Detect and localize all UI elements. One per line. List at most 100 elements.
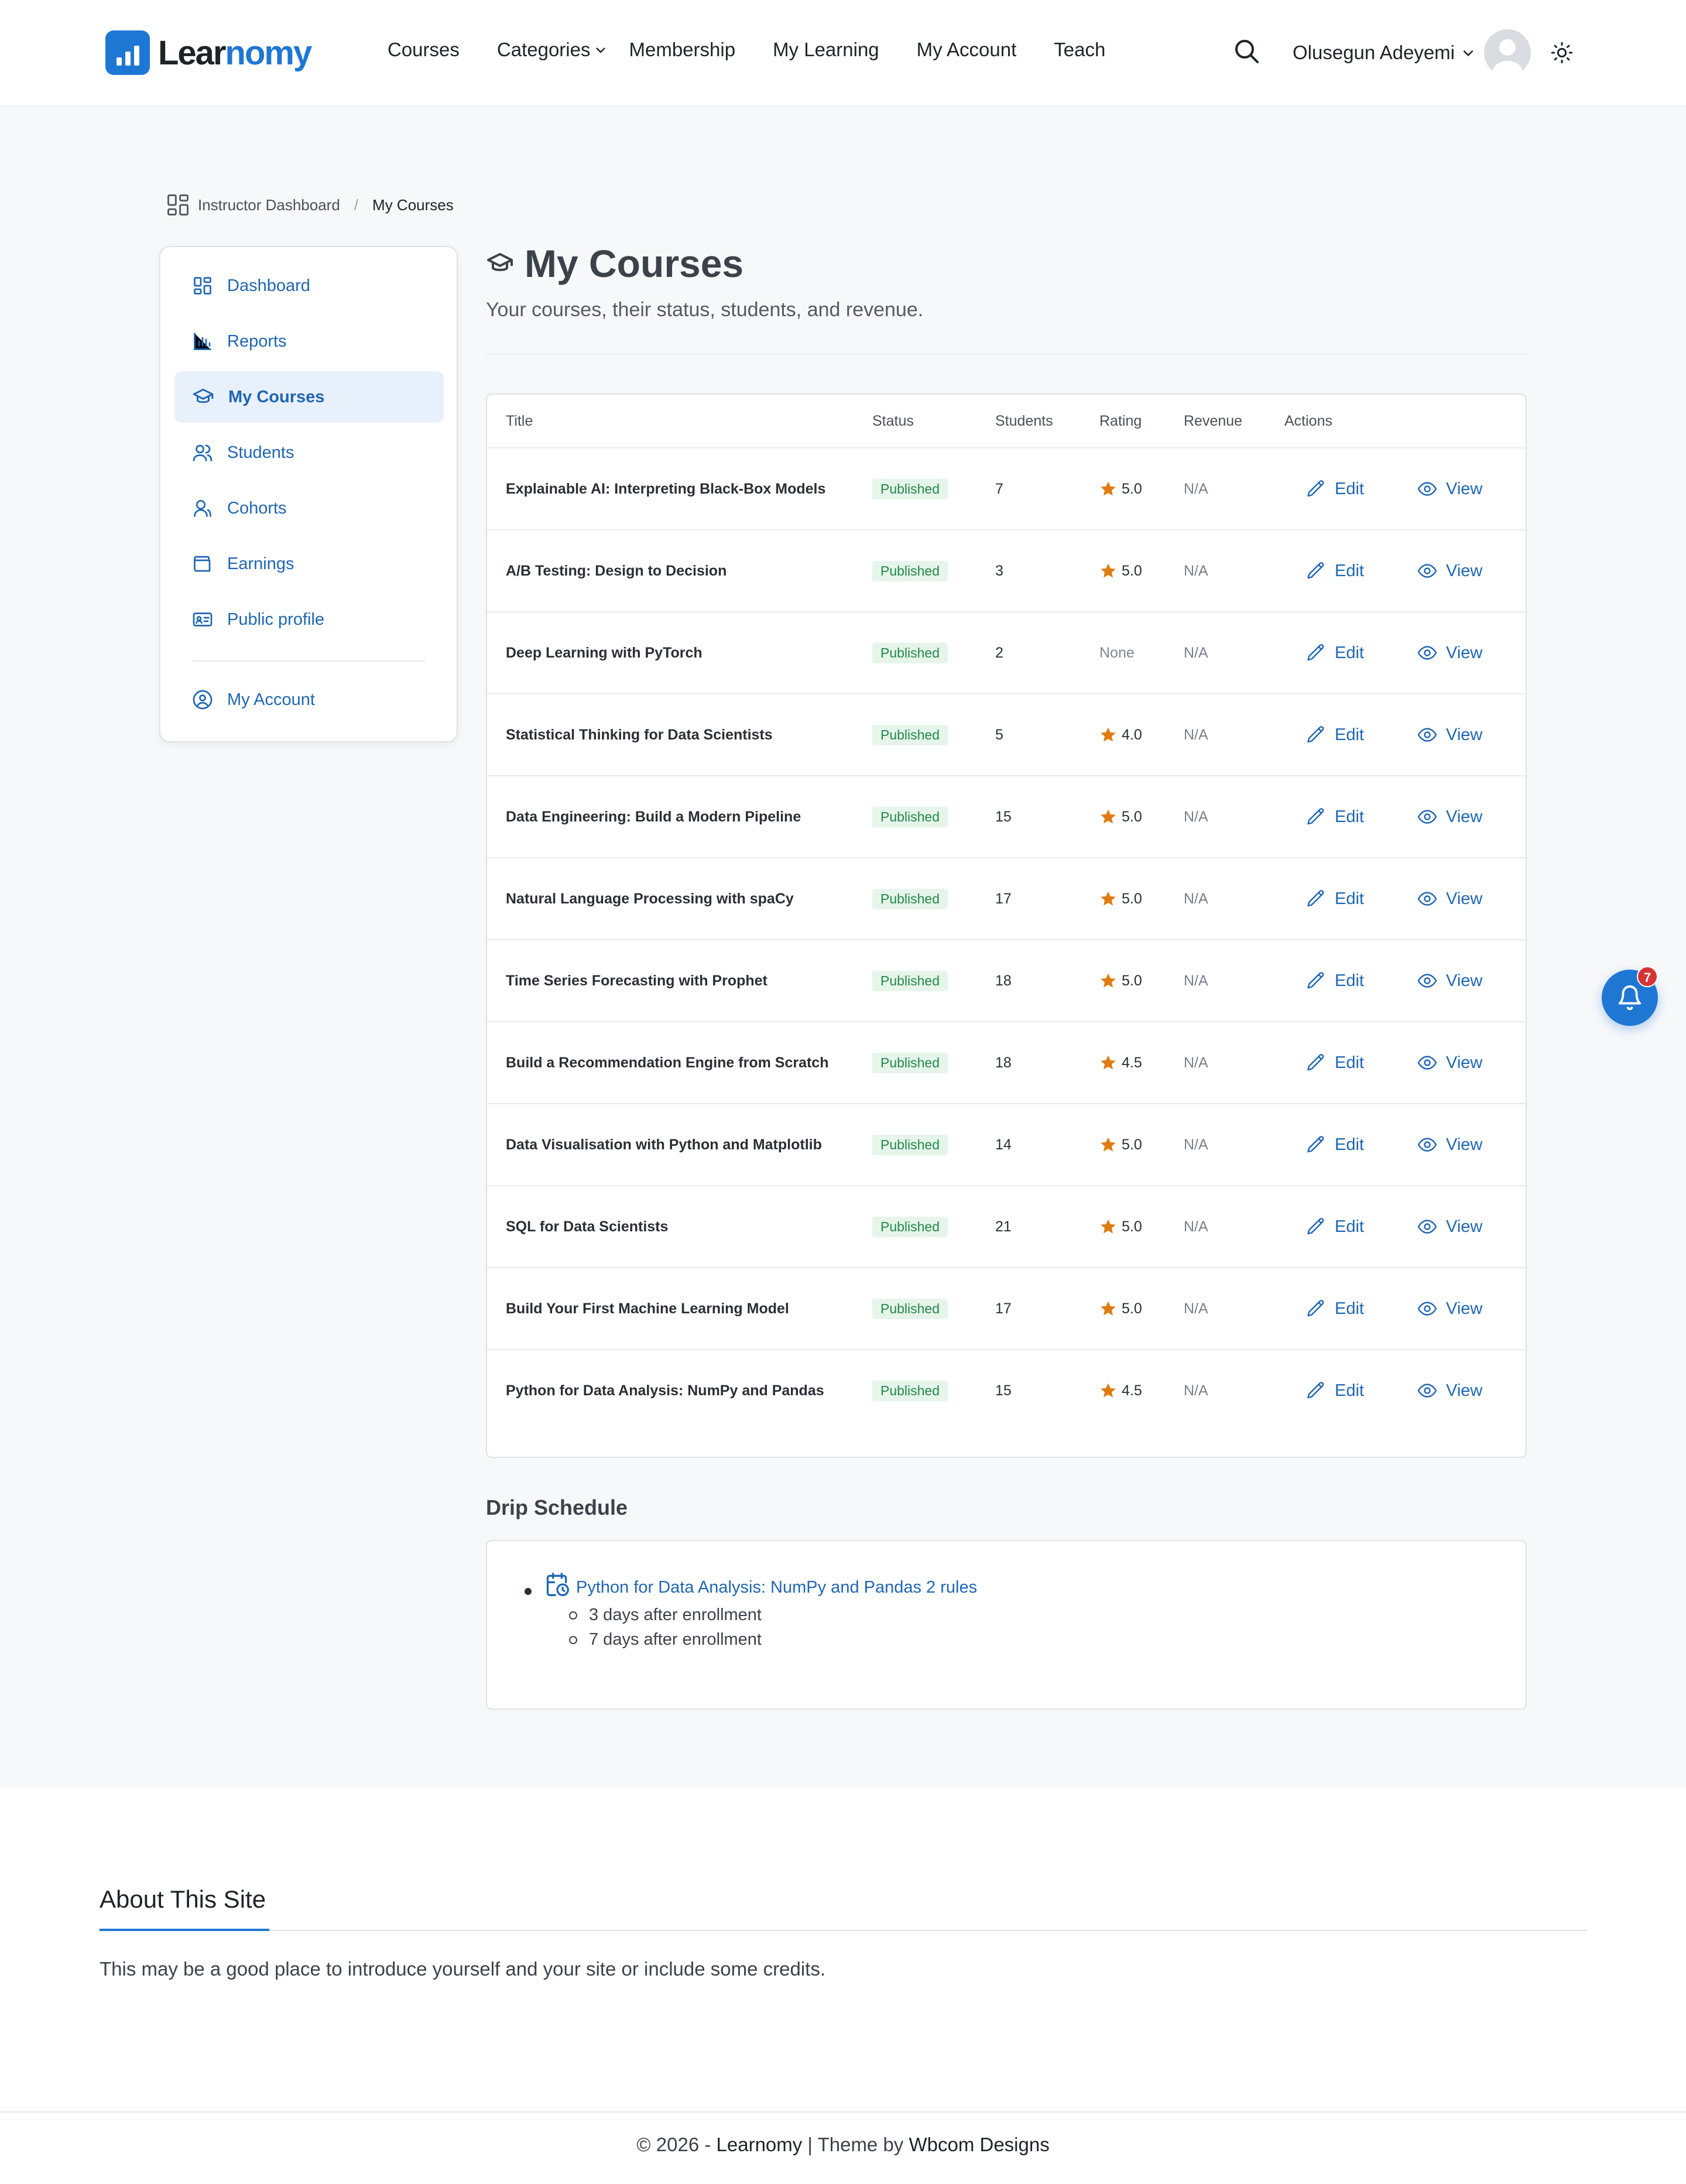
- sidebar-item-label: Dashboard: [227, 276, 310, 295]
- sidebar-item-dashboard[interactable]: Dashboard: [174, 260, 444, 311]
- status-badge: Published: [872, 724, 948, 745]
- main-nav: Courses Categories Membership My Learnin…: [388, 39, 1143, 61]
- search-button[interactable]: [1233, 37, 1261, 66]
- eye-icon: [1417, 1056, 1437, 1070]
- sidebar-item-students[interactable]: Students: [174, 427, 444, 478]
- edit-button[interactable]: Edit: [1305, 530, 1364, 611]
- status-cell: Published: [872, 1350, 948, 1431]
- sidebar-item-my-courses[interactable]: My Courses: [174, 371, 444, 423]
- students-count: 2: [995, 644, 1003, 661]
- star-icon: [1101, 563, 1116, 578]
- rating-cell: 5.0: [1099, 858, 1142, 939]
- status-badge: Published: [872, 970, 948, 991]
- status-badge: Published: [872, 478, 948, 499]
- nav-my-account[interactable]: My Account: [917, 39, 1017, 61]
- view-label: View: [1446, 889, 1483, 908]
- view-button[interactable]: View: [1417, 449, 1482, 529]
- edit-button[interactable]: Edit: [1305, 612, 1364, 693]
- dashboard-icon: [194, 277, 211, 295]
- view-button[interactable]: View: [1417, 1268, 1482, 1349]
- rating-cell: 5.0: [1099, 1104, 1142, 1185]
- edit-button[interactable]: Edit: [1305, 858, 1364, 939]
- eye-icon: [1417, 728, 1437, 742]
- list-bullet: [525, 1588, 532, 1595]
- edit-button[interactable]: Edit: [1305, 1104, 1364, 1185]
- nav-courses[interactable]: Courses: [388, 39, 460, 61]
- table-row: Time Series Forecasting with Prophet Publ…: [487, 939, 1526, 1022]
- instructor-sidebar: Dashboard Reports My Courses Students Co…: [159, 246, 458, 742]
- sidebar-item-label: My Account: [227, 690, 315, 709]
- table-row: Build Your First Machine Learning Model P…: [487, 1267, 1526, 1350]
- status-cell: Published: [872, 449, 948, 529]
- course-title: Statistical Thinking for Data Scientists: [506, 727, 773, 743]
- sidebar-item-earnings[interactable]: Earnings: [174, 538, 444, 590]
- rating-cell: 5.0: [1099, 1268, 1142, 1349]
- edit-button[interactable]: Edit: [1305, 694, 1364, 775]
- sidebar-item-cohorts[interactable]: Cohorts: [174, 482, 444, 534]
- edit-button[interactable]: Edit: [1305, 1350, 1364, 1431]
- rating-value: None: [1099, 644, 1135, 661]
- footer-designer-link[interactable]: Wbcom Designs: [909, 2134, 1049, 2155]
- graduation-cap-icon: [487, 253, 513, 271]
- revenue-value: N/A: [1184, 1054, 1208, 1071]
- nav-teach[interactable]: Teach: [1054, 39, 1105, 61]
- view-button[interactable]: View: [1417, 612, 1482, 693]
- drip-course-link[interactable]: Python for Data Analysis: NumPy and Pand…: [544, 1572, 977, 1597]
- view-button[interactable]: View: [1417, 776, 1482, 857]
- edit-button[interactable]: Edit: [1305, 1186, 1364, 1267]
- heading-accent-line: [100, 1929, 269, 1931]
- nav-categories[interactable]: Categories: [497, 39, 608, 61]
- view-button[interactable]: View: [1417, 858, 1482, 939]
- default-avatar-icon: [1492, 39, 1523, 76]
- breadcrumb-separator: /: [354, 196, 359, 214]
- view-button[interactable]: View: [1417, 940, 1482, 1021]
- status-badge: Published: [872, 1216, 948, 1237]
- edit-button[interactable]: Edit: [1305, 940, 1364, 1021]
- view-button[interactable]: View: [1417, 694, 1482, 775]
- footer-divider: [0, 2111, 1686, 2113]
- star-icon: [1101, 1055, 1116, 1070]
- users-icon: [193, 444, 213, 461]
- sidebar-item-reports[interactable]: Reports: [174, 316, 444, 367]
- sidebar-item-public-profile[interactable]: Public profile: [174, 594, 444, 645]
- pencil-icon: [1307, 1300, 1324, 1317]
- table-row: A/B Testing: Design to Decision Published…: [487, 529, 1526, 612]
- view-button[interactable]: View: [1417, 1022, 1482, 1103]
- rating-cell: 4.5: [1099, 1350, 1142, 1431]
- edit-label: Edit: [1335, 643, 1364, 662]
- revenue-value: N/A: [1184, 1218, 1208, 1235]
- edit-label: Edit: [1335, 1299, 1364, 1318]
- avatar[interactable]: [1484, 29, 1531, 76]
- pencil-icon: [1307, 1218, 1324, 1235]
- table-row: Python for Data Analysis: NumPy and Pand…: [487, 1349, 1526, 1432]
- calendar-clock-icon: [546, 1573, 569, 1596]
- star-icon: [1101, 1219, 1116, 1234]
- view-label: View: [1446, 479, 1483, 498]
- edit-button[interactable]: Edit: [1305, 449, 1364, 529]
- view-button[interactable]: View: [1417, 530, 1482, 611]
- footer-site-link[interactable]: Learnomy: [717, 2134, 803, 2155]
- view-button[interactable]: View: [1417, 1186, 1482, 1267]
- edit-button[interactable]: Edit: [1305, 1268, 1364, 1349]
- pencil-icon: [1307, 1136, 1324, 1153]
- user-menu[interactable]: Olusegun Adeyemi: [1293, 29, 1531, 76]
- nav-membership[interactable]: Membership: [629, 39, 735, 61]
- edit-button[interactable]: Edit: [1305, 1022, 1364, 1103]
- view-button[interactable]: View: [1417, 1350, 1482, 1431]
- graduation-cap-icon: [193, 388, 214, 403]
- view-label: View: [1446, 1217, 1483, 1236]
- sidebar-item-my-account[interactable]: My Account: [174, 674, 444, 725]
- course-title: Time Series Forecasting with Prophet: [506, 973, 767, 989]
- status-cell: Published: [872, 1186, 948, 1267]
- about-heading: About This Site: [100, 1885, 266, 1913]
- breadcrumb-parent-link[interactable]: Instructor Dashboard: [198, 196, 340, 214]
- nav-my-learning[interactable]: My Learning: [773, 39, 879, 61]
- theme-toggle-button[interactable]: [1550, 41, 1574, 64]
- divider: [100, 1930, 1586, 1931]
- view-button[interactable]: View: [1417, 1104, 1482, 1185]
- edit-button[interactable]: Edit: [1305, 776, 1364, 857]
- edit-label: Edit: [1335, 807, 1364, 826]
- site-logo[interactable]: Learnomy: [105, 30, 312, 75]
- eye-icon: [1417, 646, 1437, 660]
- course-title: SQL for Data Scientists: [506, 1218, 669, 1235]
